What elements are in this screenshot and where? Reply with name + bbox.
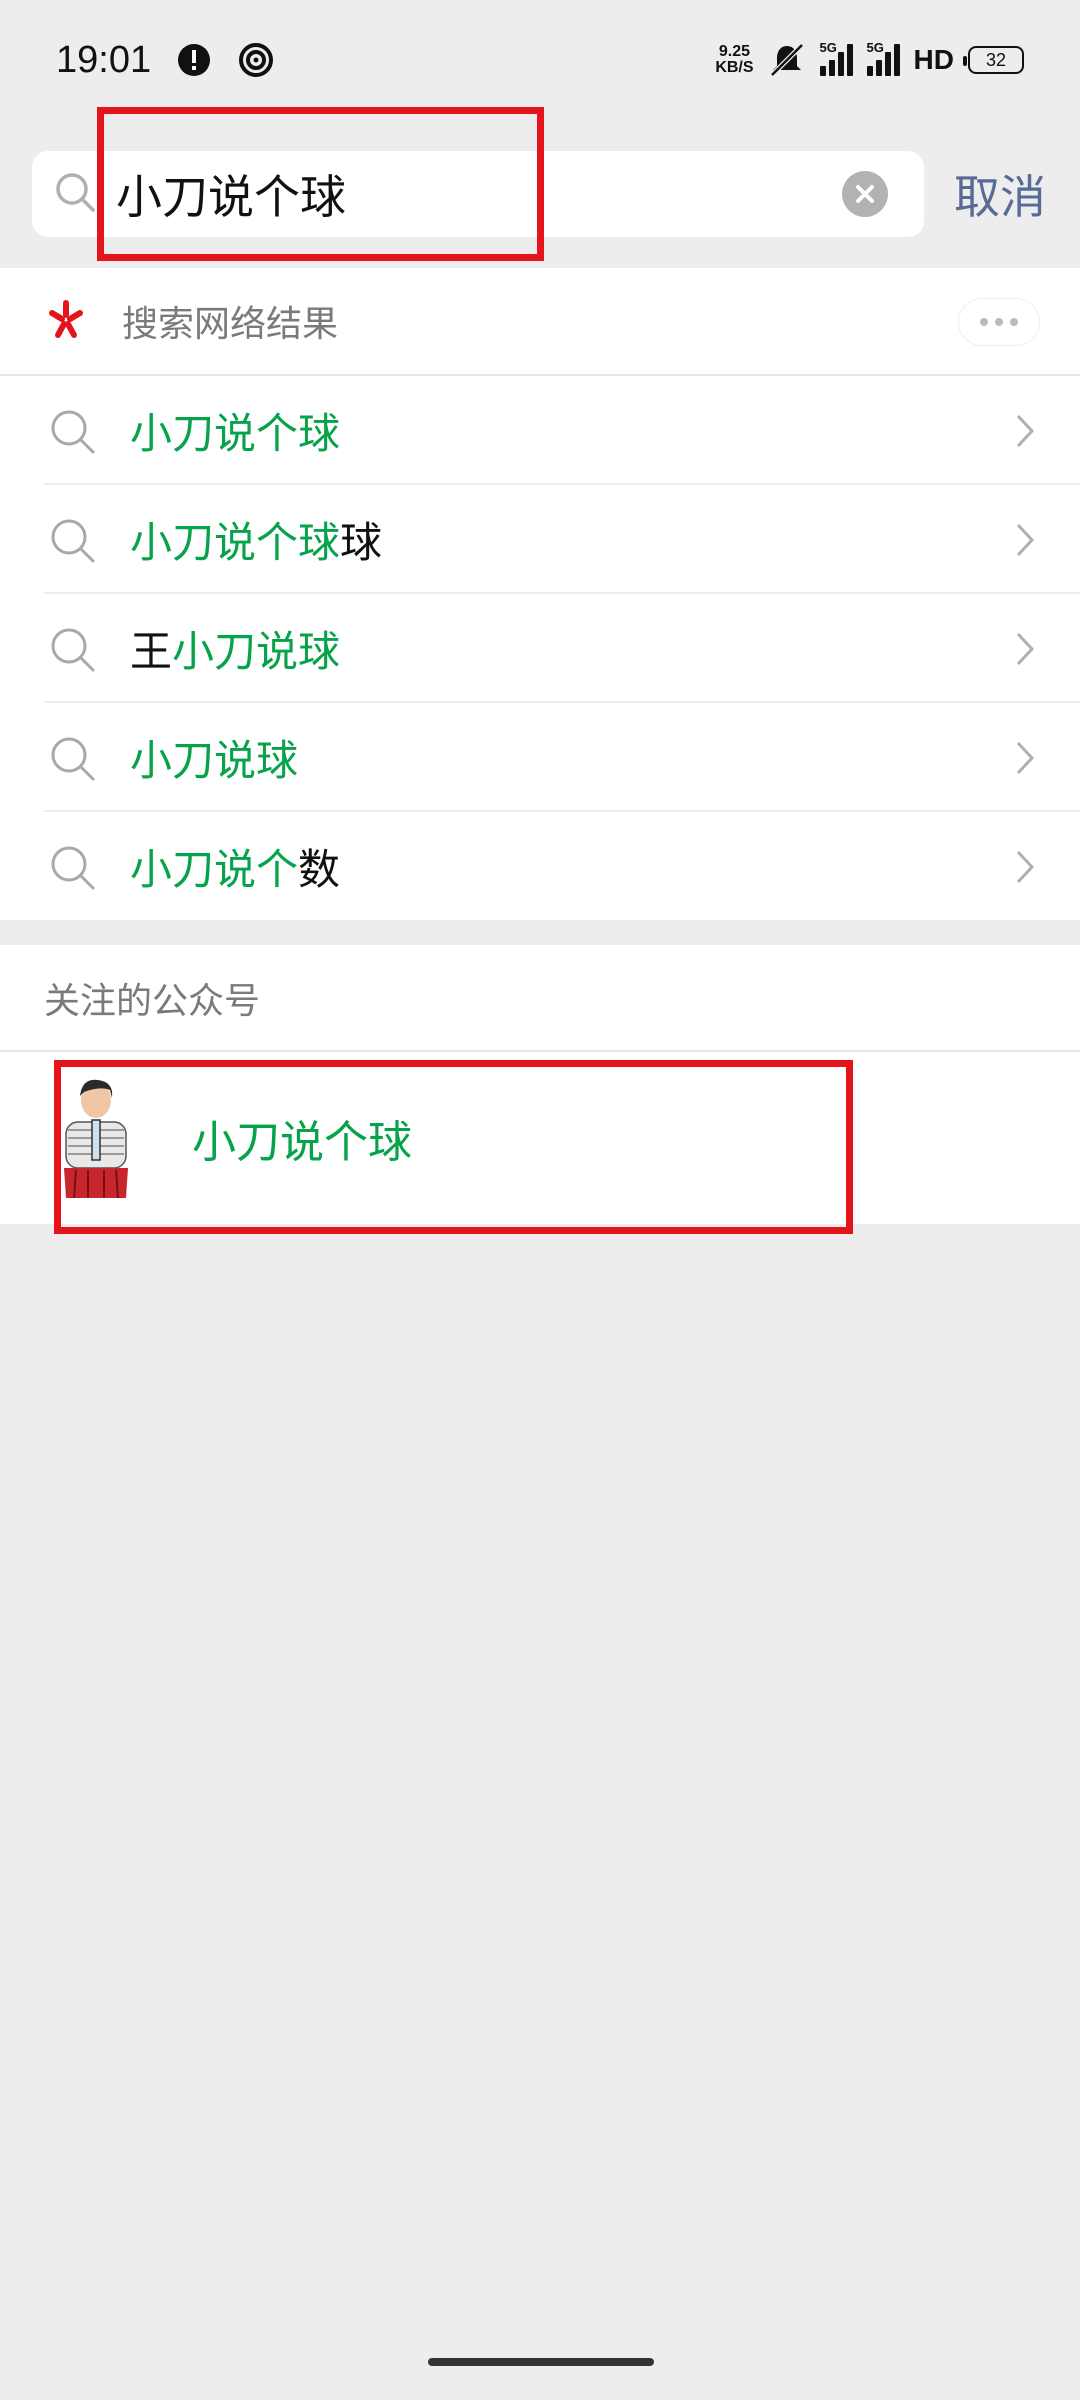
account-item[interactable]: 小刀说个球 bbox=[0, 1052, 1080, 1224]
home-indicator[interactable] bbox=[428, 2358, 654, 2366]
web-results-header[interactable]: 搜索网络结果 bbox=[0, 268, 1080, 376]
suggestion-item[interactable]: 小刀说个球球 bbox=[0, 485, 1080, 594]
close-icon bbox=[856, 185, 874, 203]
search-web-icon bbox=[44, 297, 88, 345]
suggestion-item[interactable]: 小刀说个球 bbox=[0, 376, 1080, 485]
suggestion-text: 王小刀说球 bbox=[130, 627, 341, 676]
status-bar: 19:01 9.25 KB/S 5G 5G HD 32 bbox=[0, 0, 1080, 120]
signal-strength-icon: 5G bbox=[819, 40, 853, 76]
suggestion-text: 小刀说球 bbox=[130, 736, 299, 785]
followed-accounts-section: 关注的公众号 小刀说个球 bbox=[0, 945, 1080, 1224]
followed-accounts-label: 关注的公众号 bbox=[44, 980, 261, 1022]
mute-bell-icon bbox=[768, 41, 806, 79]
search-icon bbox=[51, 519, 95, 562]
suggestion-text: 小刀说个数 bbox=[130, 845, 341, 894]
suggestion-item[interactable]: 小刀说个数 bbox=[0, 812, 1080, 921]
search-icon bbox=[51, 410, 95, 453]
web-results-label: 搜索网络结果 bbox=[122, 304, 339, 345]
search-query-text[interactable]: 小刀说个球 bbox=[116, 161, 842, 227]
battery-indicator: 32 bbox=[963, 46, 1024, 74]
account-name: 小刀说个球 bbox=[192, 1117, 412, 1168]
cancel-button[interactable]: 取消 bbox=[954, 161, 1046, 227]
chevron-right-icon bbox=[1010, 629, 1040, 669]
suggestion-text: 小刀说个球球 bbox=[130, 518, 383, 567]
search-icon bbox=[51, 628, 95, 671]
clear-search-button[interactable] bbox=[842, 171, 888, 217]
chevron-right-icon bbox=[1010, 411, 1040, 451]
status-time: 19:01 bbox=[56, 38, 152, 81]
signal-strength-icon-2: 5G bbox=[866, 40, 900, 76]
search-header: 小刀说个球 取消 bbox=[0, 120, 1080, 268]
avatar bbox=[60, 1074, 132, 1202]
followed-accounts-header: 关注的公众号 bbox=[0, 945, 1080, 1052]
suggestion-item[interactable]: 小刀说球 bbox=[0, 703, 1080, 812]
suggestion-text: 小刀说个球 bbox=[130, 409, 341, 458]
web-search-results: 搜索网络结果 小刀说个球 小刀说个球球 王小刀说球 小刀说球 小刀说个数 bbox=[0, 268, 1080, 920]
chevron-right-icon bbox=[1010, 520, 1040, 560]
hotspot-icon bbox=[237, 41, 275, 79]
search-input[interactable]: 小刀说个球 bbox=[32, 151, 924, 237]
chevron-right-icon bbox=[1010, 738, 1040, 778]
more-options-button[interactable] bbox=[958, 298, 1040, 346]
alert-icon bbox=[175, 41, 213, 79]
network-speed: 9.25 KB/S bbox=[715, 43, 754, 76]
search-icon bbox=[51, 737, 95, 780]
suggestion-item[interactable]: 王小刀说球 bbox=[0, 594, 1080, 703]
hd-indicator: HD bbox=[913, 44, 954, 75]
search-icon bbox=[51, 846, 95, 889]
chevron-right-icon bbox=[1010, 847, 1040, 887]
search-icon bbox=[54, 171, 96, 217]
